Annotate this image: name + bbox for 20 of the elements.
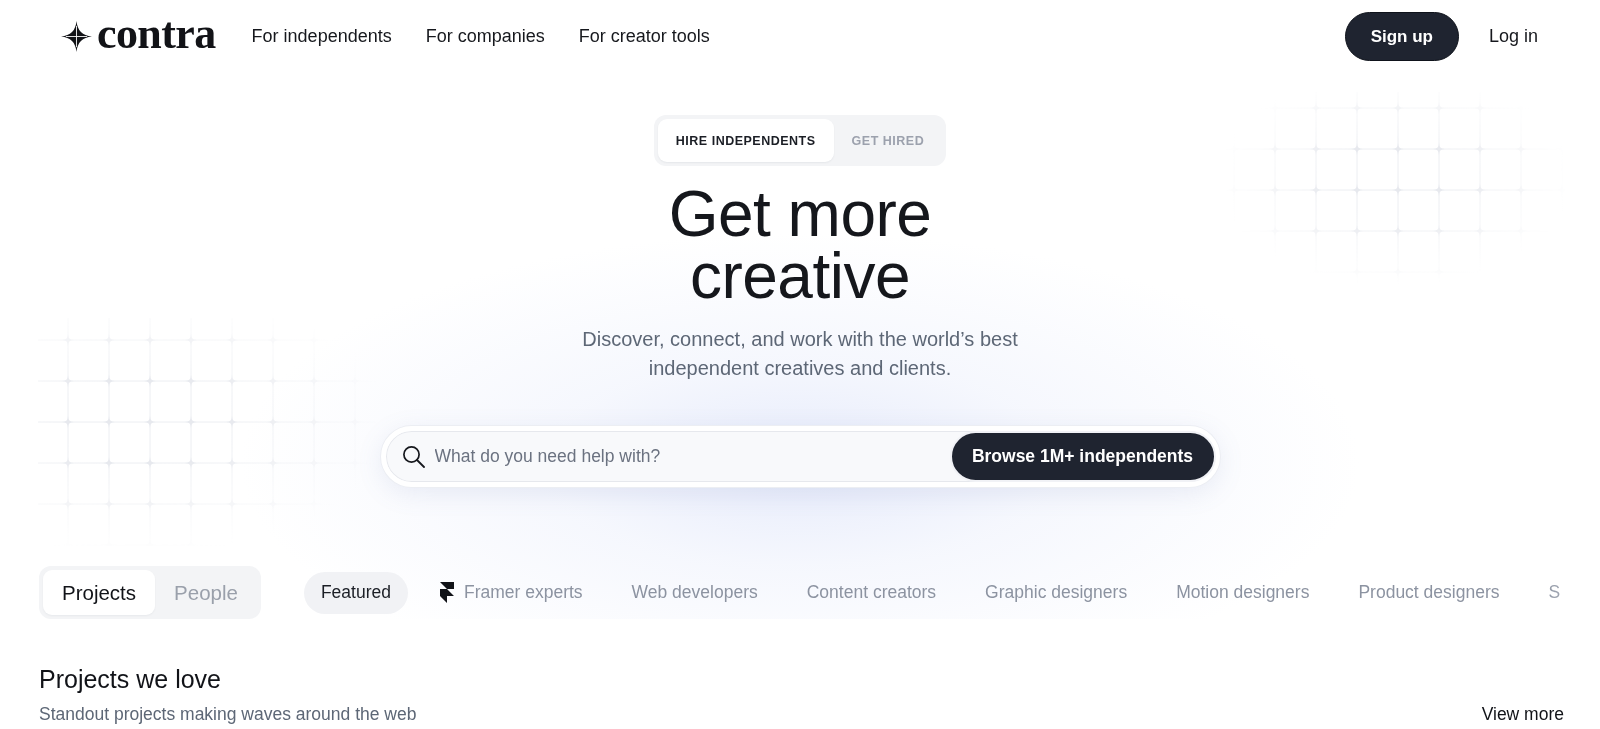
- logo-link[interactable]: contra: [61, 14, 216, 59]
- section-subtitle: Standout projects making waves around the web: [39, 703, 417, 725]
- search-icon: [401, 445, 425, 468]
- hero-subtitle: Discover, connect, and work with the world’s best independent creatives and clients.: [581, 327, 1019, 381]
- view-more-link[interactable]: View more: [1481, 703, 1564, 725]
- sign-up-button[interactable]: Sign up: [1344, 12, 1459, 61]
- view-tab[interactable]: Projects: [43, 570, 156, 615]
- hero-title: Get more creative: [667, 183, 933, 307]
- nav-link[interactable]: For creator tools: [578, 26, 710, 47]
- log-in-link[interactable]: Log in: [1488, 26, 1538, 47]
- section-title: Projects we love: [39, 664, 223, 694]
- nav-link[interactable]: For independents: [251, 26, 392, 47]
- logo-icon: [439, 582, 454, 603]
- category-tab[interactable]: Featured: [303, 571, 408, 614]
- search-bar[interactable]: What do you need help with? Browse 1M+ independents: [380, 426, 1220, 487]
- search-field[interactable]: What do you need help with?: [434, 431, 942, 482]
- sparkle-icon: [61, 21, 92, 52]
- nav-link[interactable]: For companies: [425, 26, 545, 47]
- mode-tab[interactable]: HIRE INDEPENDENTS: [657, 119, 834, 162]
- browse-button[interactable]: Browse 1M+ independents: [949, 431, 1216, 482]
